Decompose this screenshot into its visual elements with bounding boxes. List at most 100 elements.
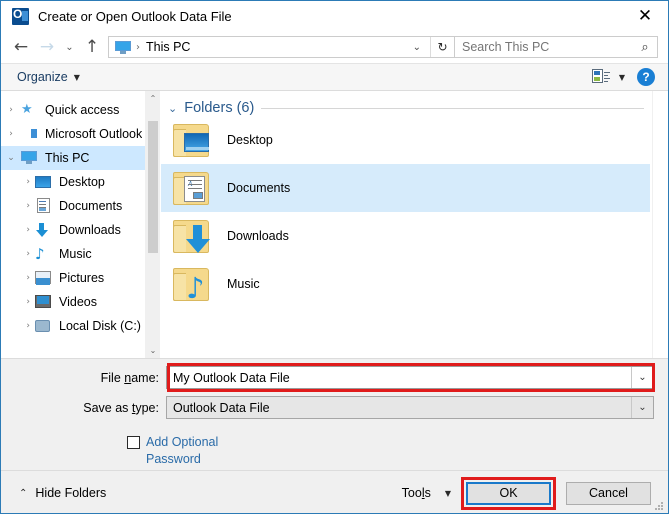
scroll-up-icon[interactable]: ⌃ [146, 91, 160, 106]
twisty-icon[interactable]: › [1, 297, 35, 307]
breadcrumb-this-pc[interactable]: This PC [146, 40, 404, 54]
ok-button[interactable]: OK [466, 482, 551, 505]
sidebar-item-pictures[interactable]: › Pictures [1, 266, 160, 290]
twisty-icon[interactable]: ⌄ [1, 153, 21, 163]
help-icon[interactable]: ? [637, 68, 655, 86]
twisty-icon[interactable]: › [1, 105, 21, 115]
savetype-combo[interactable]: Outlook Data File ⌄ [166, 396, 654, 419]
breadcrumb-separator-icon: › [136, 42, 140, 53]
file-list-item[interactable]: Downloads [161, 212, 650, 260]
sidebar-item-music[interactable]: ›♪ Music [1, 242, 160, 266]
star-icon: ★ [21, 102, 38, 118]
close-icon[interactable]: ✕ [622, 1, 668, 31]
sidebar-item-label: Music [59, 247, 92, 261]
filename-label-post: ame: [131, 371, 159, 385]
filename-input[interactable] [167, 370, 631, 386]
sidebar-item-local-disk-c[interactable]: ›Local Disk (C:) [1, 314, 160, 338]
folder-downloads-icon [170, 217, 214, 255]
savetype-label: Save as type: [1, 401, 166, 415]
savetype-row: Save as type: Outlook Data File ⌄ [1, 396, 668, 419]
disk-icon [35, 318, 52, 334]
add-password-row[interactable]: Add Optional Password [1, 434, 668, 468]
sidebar-scrollbar[interactable]: ⌃ ⌄ [145, 91, 160, 358]
twisty-icon[interactable]: › [1, 273, 35, 283]
organize-label: Organize [17, 70, 68, 84]
videos-icon [35, 294, 52, 310]
savetype-label-post: ype: [135, 401, 159, 415]
file-list-item[interactable]: ♪Music [161, 260, 650, 308]
twisty-icon[interactable]: › [1, 129, 21, 139]
navigation-pane: ›★Quick access›Microsoft Outlook⌄This PC… [1, 91, 160, 358]
hide-folders-button[interactable]: ⌃ Hide Folders [19, 486, 106, 500]
group-header: ⌄ Folders (6) [161, 91, 668, 116]
sidebar-item-documents[interactable]: › Documents [1, 194, 160, 218]
command-bar: Organize ▼ ▼ ? [1, 63, 668, 91]
music-icon: ♪ [35, 246, 52, 262]
pictures-icon [35, 270, 52, 286]
forward-button[interactable]: → [34, 34, 60, 60]
sidebar-item-this-pc[interactable]: ⌄ This PC [1, 146, 160, 170]
cancel-button[interactable]: Cancel [566, 482, 651, 505]
sidebar-item-label: Videos [59, 295, 97, 309]
organize-button[interactable]: Organize ▼ [17, 70, 80, 84]
chevron-down-icon[interactable]: ⌄ [404, 42, 430, 53]
twisty-icon[interactable]: › [1, 177, 35, 187]
chevron-down-icon[interactable]: ⌄ [168, 102, 177, 115]
back-button[interactable]: ← [8, 34, 34, 60]
sidebar-item-label: Pictures [59, 271, 104, 285]
sidebar-item-microsoft-outlook[interactable]: › Microsoft Outlook [1, 122, 160, 146]
sidebar-item-quick-access[interactable]: ›★ Quick access [1, 98, 160, 122]
footer-buttons: Tools ▼ OK Cancel [402, 477, 658, 510]
folder-desktop-icon [170, 121, 214, 159]
refresh-icon[interactable]: ↻ [430, 37, 454, 57]
sidebar-item-label: Microsoft Outlook [45, 127, 142, 141]
chevron-down-icon[interactable]: ▼ [613, 73, 634, 82]
filename-combo[interactable]: ⌄ [166, 366, 654, 389]
outlook-icon [12, 8, 29, 25]
chevron-down-icon[interactable]: ▼ [445, 489, 451, 498]
up-button[interactable]: ↑ [79, 34, 105, 60]
folder-documents-icon: A [170, 169, 214, 207]
file-list-pane: ⌄ Folders (6) Desktop A Documents Downloads… [160, 91, 668, 358]
file-name-label: Documents [227, 181, 290, 195]
search-icon[interactable]: ⌕ [633, 40, 657, 55]
scrollbar-thumb[interactable] [148, 121, 158, 253]
command-bar-right: ▼ ? [592, 68, 659, 86]
sidebar-item-label: Documents [59, 199, 122, 213]
search-box[interactable]: ⌕ [455, 36, 658, 58]
file-name-label: Desktop [227, 133, 273, 147]
resize-grip[interactable] [655, 502, 665, 512]
window-title: Create or Open Outlook Data File [38, 9, 232, 24]
sidebar-item-videos[interactable]: › Videos [1, 290, 160, 314]
tools-button[interactable]: Tools ▼ [402, 486, 451, 500]
file-list-item[interactable]: A Documents [161, 164, 650, 212]
search-input[interactable] [455, 39, 633, 55]
chevron-down-icon: ▼ [74, 73, 80, 82]
add-password-label[interactable]: Add Optional Password [146, 434, 241, 468]
title-bar: Create or Open Outlook Data File ✕ [1, 1, 668, 31]
file-list-item[interactable]: Desktop [161, 116, 650, 164]
ok-annotation-box: OK [461, 477, 556, 510]
file-list-scrollbar[interactable] [652, 91, 668, 358]
savetype-label-pre: Save as [83, 401, 132, 415]
twisty-icon[interactable]: › [1, 249, 35, 259]
twisty-icon[interactable]: › [1, 225, 35, 235]
filename-row: File name: ⌄ [1, 366, 668, 389]
chevron-down-icon[interactable]: ⌄ [631, 367, 653, 388]
twisty-icon[interactable]: › [1, 201, 35, 211]
sidebar-item-desktop[interactable]: › Desktop [1, 170, 160, 194]
add-password-checkbox[interactable] [127, 436, 140, 449]
address-bar[interactable]: › This PC ⌄ ↻ [108, 36, 455, 58]
chevron-down-icon[interactable]: ⌄ [631, 397, 653, 418]
recent-locations-button[interactable]: ⌄ [60, 34, 79, 60]
sidebar-item-label: This PC [45, 151, 89, 165]
twisty-icon[interactable]: › [1, 321, 35, 331]
change-view-icon[interactable] [592, 69, 610, 85]
file-name-label: Music [227, 277, 260, 291]
this-pc-icon [115, 41, 131, 54]
sidebar-item-downloads[interactable]: ›Downloads [1, 218, 160, 242]
sidebar-item-label: Desktop [59, 175, 105, 189]
sidebar-item-label: Quick access [45, 103, 119, 117]
scroll-down-icon[interactable]: ⌄ [146, 343, 160, 358]
dialog-body: ›★Quick access›Microsoft Outlook⌄This PC… [1, 91, 668, 358]
